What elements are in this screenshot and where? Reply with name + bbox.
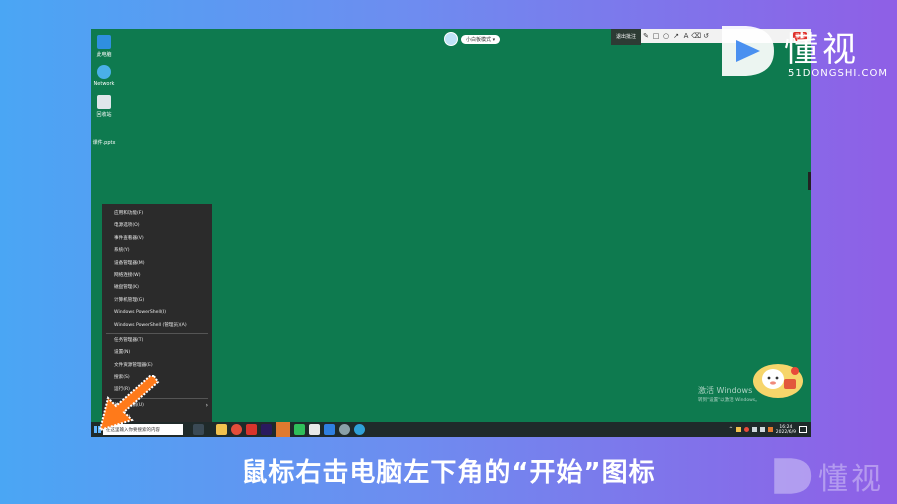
desktop-icon-label: Network [93, 81, 115, 87]
brand-url: 51DONGSHI.COM [788, 68, 889, 79]
menu-item-network-connections[interactable]: 网络连接(W) [102, 270, 212, 282]
tutorial-caption: 鼠标右击电脑左下角的“开始”图标 [241, 458, 656, 488]
menu-item-settings[interactable]: 设置(N) [102, 347, 212, 359]
brand-logo: 懂视 51DONGSHI.COM [716, 20, 889, 84]
mascot-sticker-icon [753, 364, 803, 398]
menu-item-event-viewer[interactable]: 事件查看器(V) [102, 233, 212, 245]
pointer-arrow-icon [98, 375, 160, 432]
menu-item-system[interactable]: 系统(Y) [102, 245, 212, 257]
whiteboard-icon[interactable] [276, 422, 290, 437]
menu-item-power-options[interactable]: 电源选项(O) [102, 220, 212, 232]
edge-icon[interactable] [354, 424, 365, 435]
circle-tool-icon[interactable]: ○ [661, 32, 671, 40]
clock[interactable]: 16:24 2022/6/9 [776, 425, 796, 435]
task-view-icon[interactable] [193, 424, 204, 435]
mascot-face-icon [444, 32, 458, 46]
brand-logo-faint: 懂视 [770, 454, 897, 504]
eraser-tool-icon[interactable]: ⌫ [691, 32, 701, 40]
app-gray-icon[interactable] [339, 424, 350, 435]
tray-chevron-icon[interactable]: ^ [729, 427, 733, 432]
desktop-icon-label: 课件.pptx [92, 140, 116, 146]
side-scroll-handle[interactable] [808, 172, 811, 190]
undo-tool-icon[interactable]: ↺ [701, 32, 711, 40]
premiere-icon[interactable] [261, 424, 272, 435]
recycle-bin-icon [97, 95, 111, 109]
menu-item-file-explorer[interactable]: 文件资源管理器(E) [102, 360, 212, 372]
volume-icon[interactable] [759, 427, 765, 432]
desktop-icon-label: 此电脑 [96, 52, 112, 58]
tray-app-icon[interactable] [735, 427, 741, 432]
menu-item-computer-management[interactable]: 计算机管理(G) [102, 295, 212, 307]
desktop-icon-network[interactable]: Network [91, 65, 118, 87]
whiteboard-widget[interactable]: 小白板模式 ▾ [444, 32, 501, 46]
app-red-icon[interactable] [246, 424, 257, 435]
desktop-icon-file[interactable]: 课件.pptx [91, 139, 118, 146]
chevron-right-icon: › [205, 401, 208, 409]
menu-separator [106, 332, 208, 334]
rectangle-tool-icon[interactable]: □ [651, 32, 661, 40]
text-tool-icon[interactable]: A [681, 32, 691, 40]
menu-item-device-manager[interactable]: 设备管理器(M) [102, 258, 212, 270]
computer-icon [97, 35, 111, 49]
tray-app-icon[interactable] [743, 427, 749, 432]
brand-play-icon [774, 458, 812, 494]
whiteboard-mode-dropdown[interactable]: 小白板模式 ▾ [461, 34, 501, 44]
brand-play-icon [722, 26, 774, 76]
app-white-icon[interactable] [309, 424, 320, 435]
menu-item-task-manager[interactable]: 任务管理器(T) [102, 335, 212, 347]
ime-icon[interactable] [767, 427, 773, 432]
app-blue-icon[interactable] [324, 424, 335, 435]
brand-word: 懂视 [784, 30, 860, 70]
chrome-icon[interactable] [231, 424, 242, 435]
network-tray-icon[interactable] [751, 427, 757, 432]
pen-tool-icon[interactable]: ✎ [641, 32, 651, 40]
menu-item-apps-features[interactable]: 应用和功能(F) [102, 208, 212, 220]
wechat-icon[interactable] [294, 424, 305, 435]
brand-word: 懂视 [818, 462, 884, 497]
file-explorer-icon[interactable] [216, 424, 227, 435]
exit-annotation-button[interactable]: 退出批注 [611, 29, 642, 45]
desktop-icon-recycle-bin[interactable]: 回收站 [91, 95, 118, 118]
desktop-icon-label: 回收站 [96, 112, 112, 118]
desktop-icon-computer[interactable]: 此电脑 [91, 35, 118, 58]
network-icon [97, 65, 111, 79]
clock-date: 2022/6/9 [775, 429, 796, 435]
menu-item-powershell[interactable]: Windows PowerShell(I) [102, 307, 212, 319]
system-tray: ^ 16:24 2022/6/9 [729, 425, 811, 435]
arrow-tool-icon[interactable]: ↗ [671, 32, 681, 40]
menu-item-powershell-admin[interactable]: Windows PowerShell (管理员)(A) [102, 320, 212, 332]
notification-icon[interactable] [799, 426, 807, 433]
desktop-screen: 此电脑 Network 回收站 课件.pptx 小白板模式 ▾ 退出批注 ✎ □… [91, 29, 811, 437]
menu-item-disk-management[interactable]: 磁盘管理(K) [102, 282, 212, 294]
taskbar: 在这里输入你要搜索的内容 ^ 16:24 2022/6/9 [91, 422, 811, 437]
